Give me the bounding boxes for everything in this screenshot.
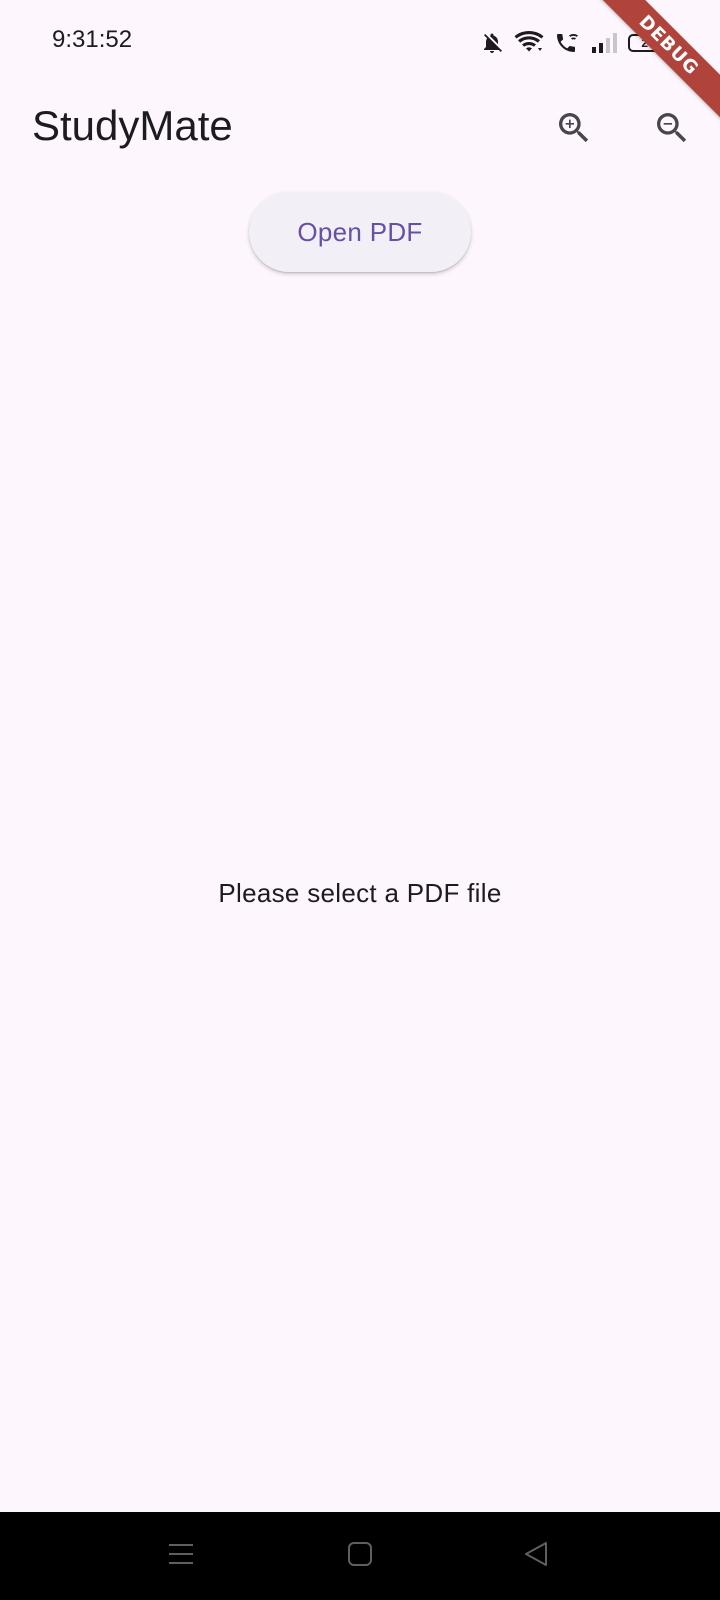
open-pdf-button[interactable]: Open PDF	[249, 192, 471, 272]
wifi-icon	[514, 31, 544, 55]
status-time: 9:31:52	[52, 26, 133, 53]
app-title: StudyMate	[32, 102, 233, 149]
zoom-out-icon	[652, 108, 692, 152]
app-bar: StudyMate	[0, 84, 720, 176]
empty-state-message: Please select a PDF file	[218, 878, 502, 908]
signal-icon	[590, 31, 618, 55]
zoom-out-button[interactable]	[644, 102, 700, 158]
wifi-call-icon	[554, 31, 580, 55]
home-icon	[346, 1540, 374, 1572]
nav-home-button[interactable]	[338, 1534, 382, 1578]
system-nav-bar	[0, 1512, 720, 1600]
nav-recents-button[interactable]	[159, 1534, 203, 1578]
menu-icon	[167, 1540, 195, 1572]
zoom-in-button[interactable]	[546, 102, 602, 158]
status-bar: 9:31:52	[0, 0, 720, 84]
zoom-in-icon	[554, 108, 594, 152]
bell-off-icon	[480, 31, 504, 55]
back-icon	[522, 1540, 550, 1572]
nav-back-button[interactable]	[514, 1534, 558, 1578]
